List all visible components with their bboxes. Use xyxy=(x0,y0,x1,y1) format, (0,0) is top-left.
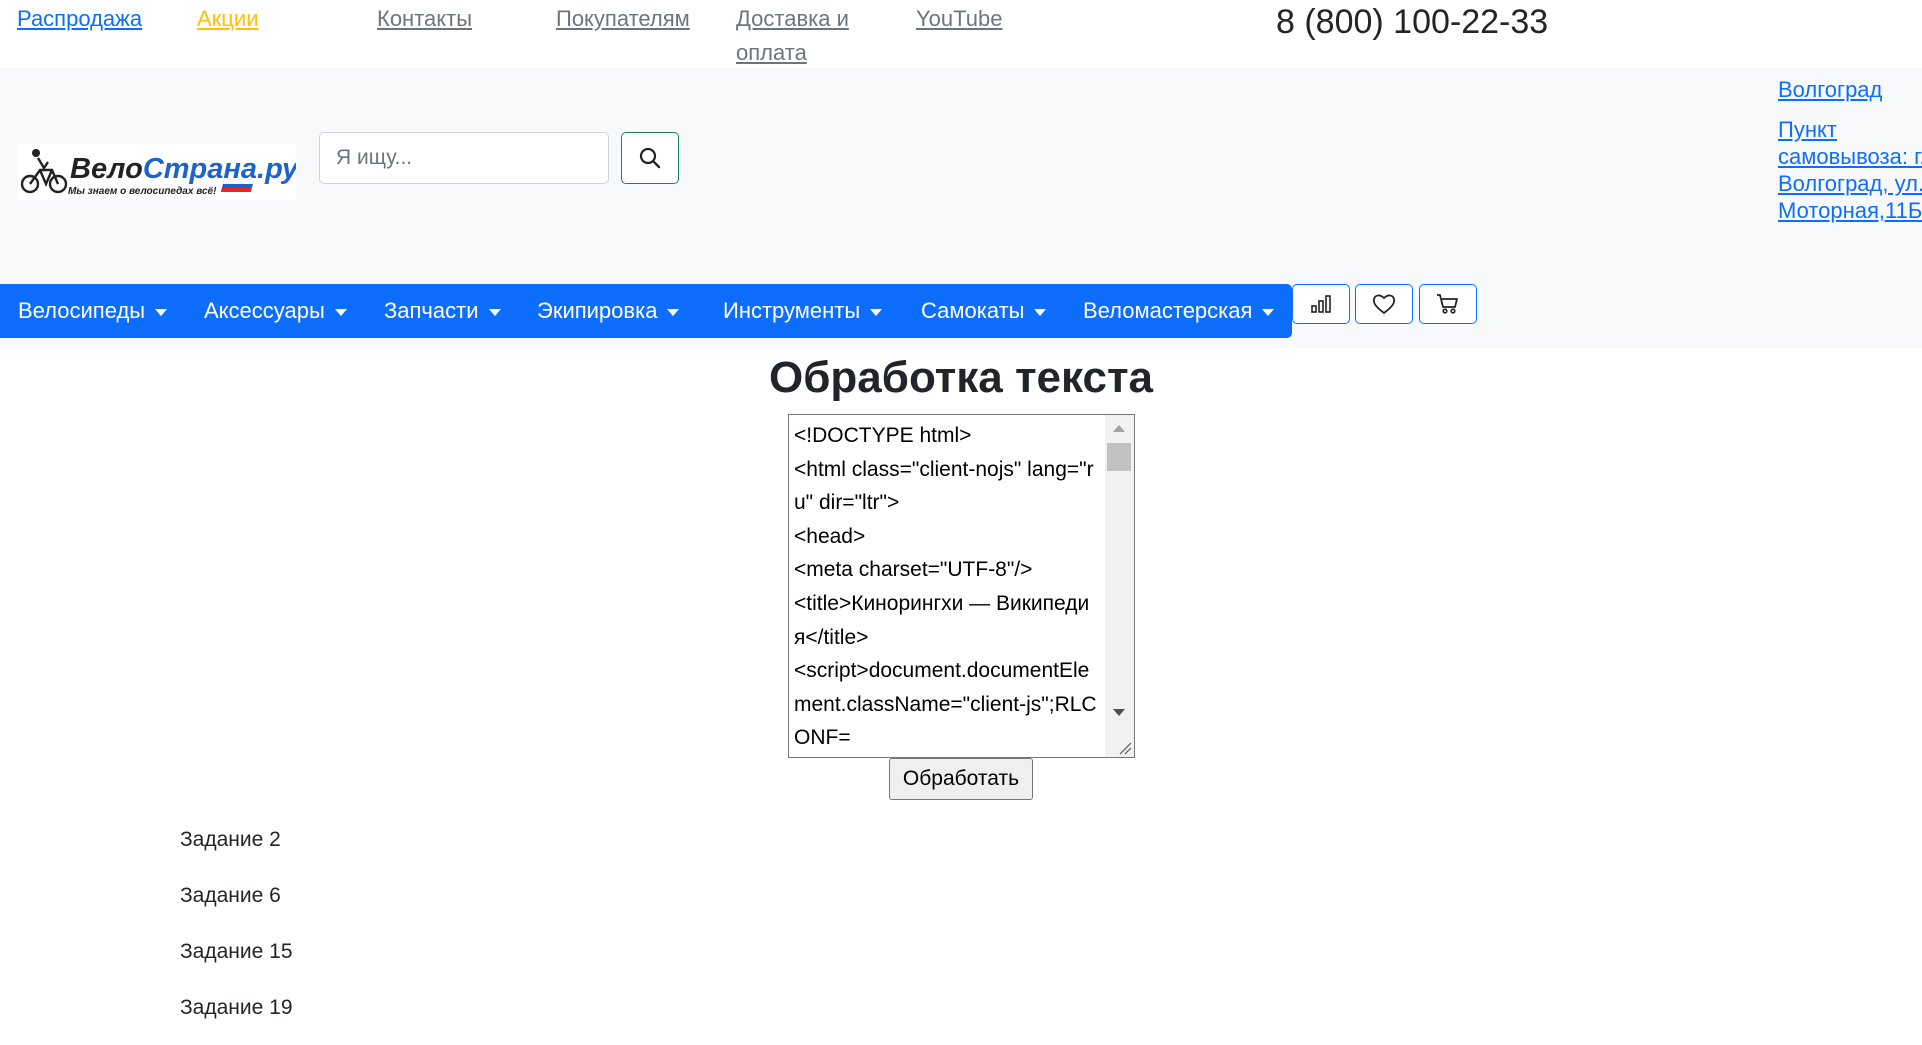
site-logo[interactable]: ВелоСтрана.ру Мы знаем о велосипедах всё… xyxy=(18,144,296,200)
resize-handle-icon[interactable] xyxy=(1118,741,1132,755)
caret-down-icon xyxy=(155,308,168,316)
link-buyers[interactable]: Покупателям xyxy=(556,2,690,36)
caret-down-icon xyxy=(1262,308,1275,316)
nav-label: Аксессуары xyxy=(204,298,325,323)
process-button[interactable]: Обработать xyxy=(889,758,1033,800)
nav-label: Запчасти xyxy=(384,298,479,323)
nav-label: Экипировка xyxy=(537,298,658,323)
search-button[interactable] xyxy=(621,132,679,184)
nav-label: Инструменты xyxy=(723,298,861,323)
nav-item-tools[interactable]: Инструменты xyxy=(723,284,883,338)
scroll-up-arrow-icon[interactable] xyxy=(1113,425,1125,432)
svg-text:Мы знаем о велосипедах всё!: Мы знаем о велосипедах всё! xyxy=(68,186,217,197)
logo-brand-text: ВелоСтрана.ру xyxy=(70,153,296,185)
task-link[interactable]: Задание 15 xyxy=(180,938,293,966)
main-navbar: Велосипеды Аксессуары Запчасти Экипировк… xyxy=(0,284,1292,338)
link-delivery[interactable]: Доставка и оплата xyxy=(736,2,886,70)
textarea-scrollbar[interactable] xyxy=(1105,415,1134,757)
scrollbar-thumb[interactable] xyxy=(1107,443,1131,471)
nav-item-equipment[interactable]: Экипировка xyxy=(537,284,680,338)
favorites-button[interactable] xyxy=(1355,284,1413,324)
caret-down-icon xyxy=(1034,308,1047,316)
task-link[interactable]: Задание 6 xyxy=(180,882,281,910)
compare-chart-icon xyxy=(1311,295,1331,313)
city-link[interactable]: Волгоград xyxy=(1778,76,1882,104)
nav-item-bicycles[interactable]: Велосипеды xyxy=(18,284,168,338)
nav-item-workshop[interactable]: Веломастерская xyxy=(1083,284,1275,338)
phone-number: 8 (800) 100-22-33 xyxy=(1276,3,1549,41)
link-youtube[interactable]: YouTube xyxy=(916,2,1002,36)
nav-label: Веломастерская xyxy=(1083,298,1253,323)
link-promo[interactable]: Акции xyxy=(197,2,258,36)
link-contacts[interactable]: Контакты xyxy=(377,2,472,36)
textarea-text[interactable]: <!DOCTYPE html> <html class="client-nojs… xyxy=(794,419,1100,755)
nav-item-accessories[interactable]: Аксессуары xyxy=(204,284,347,338)
nav-label: Велосипеды xyxy=(18,298,146,323)
search-icon xyxy=(639,147,661,169)
heart-icon xyxy=(1372,294,1396,315)
caret-down-icon xyxy=(667,308,680,316)
pickup-point-link[interactable]: Пункт самовывоза: г. Волгоград, ул. Мото… xyxy=(1778,116,1922,224)
caret-down-icon xyxy=(870,308,883,316)
scroll-down-arrow-icon[interactable] xyxy=(1113,709,1125,716)
task-link[interactable]: Задание 19 xyxy=(180,994,293,1022)
nav-item-scooters[interactable]: Самокаты xyxy=(921,284,1047,338)
compare-button[interactable] xyxy=(1292,284,1350,324)
caret-down-icon xyxy=(488,308,501,316)
link-sale[interactable]: Распродажа xyxy=(17,2,142,36)
top-links-bar: Распродажа Акции Контакты Покупателям До… xyxy=(0,0,1922,68)
text-input-area[interactable]: <!DOCTYPE html> <html class="client-nojs… xyxy=(788,414,1135,758)
caret-down-icon xyxy=(334,308,347,316)
task-link[interactable]: Задание 2 xyxy=(180,826,281,854)
search-input[interactable] xyxy=(319,132,609,184)
cart-icon xyxy=(1437,294,1458,314)
cart-button[interactable] xyxy=(1419,284,1477,324)
logo-image: ВелоСтрана.ру Мы знаем о велосипедах всё… xyxy=(20,149,296,197)
nav-item-parts[interactable]: Запчасти xyxy=(384,284,501,338)
nav-label: Самокаты xyxy=(921,298,1025,323)
page-title: Обработка текста xyxy=(769,353,1153,402)
